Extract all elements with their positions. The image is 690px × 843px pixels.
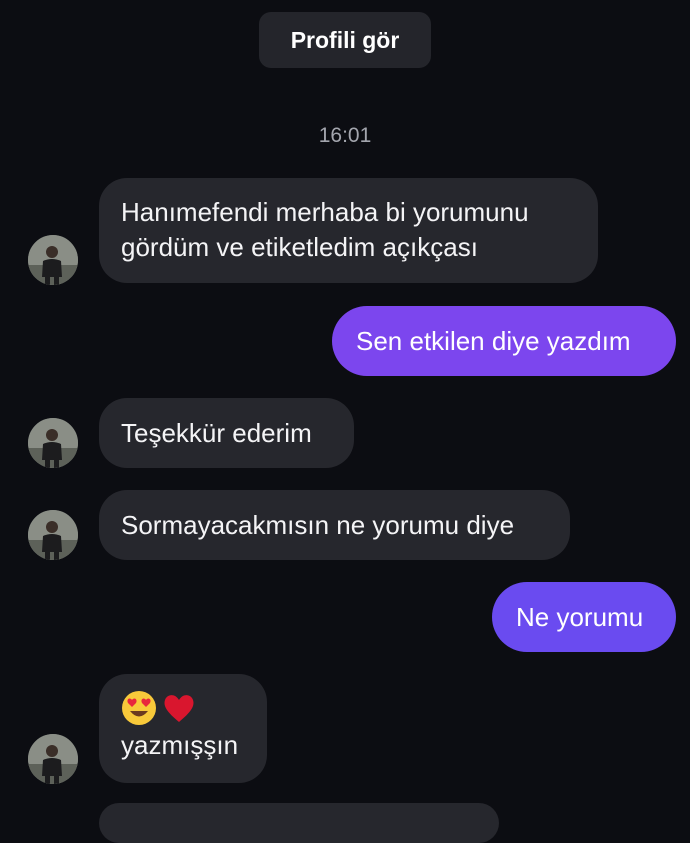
view-profile-button[interactable]: Profili gör — [259, 12, 431, 68]
outgoing-message-bubble[interactable]: Sen etkilen diye yazdım — [332, 306, 676, 376]
avatar-photo-icon — [28, 235, 78, 285]
message-text-line: Hanımefendi merhaba bi yorumunu — [121, 197, 529, 227]
incoming-message-bubble[interactable]: Hanımefendi merhaba bi yorumunu gördüm v… — [99, 178, 598, 283]
message-timestamp: 16:01 — [318, 124, 372, 147]
incoming-message-bubble[interactable]: Teşekkür ederim — [99, 398, 354, 468]
avatar[interactable] — [28, 734, 78, 784]
avatar-photo-icon — [28, 734, 78, 784]
avatar-photo-icon — [28, 510, 78, 560]
avatar[interactable] — [28, 235, 78, 285]
outgoing-message-bubble[interactable]: Ne yorumu — [492, 582, 676, 652]
message-text-line: gördüm ve etiketledim açıkçası — [121, 232, 478, 262]
message-text: Sen etkilen diye yazdım — [356, 325, 631, 356]
emoji-row — [121, 688, 245, 728]
incoming-message-bubble[interactable]: yazmışşın — [99, 674, 267, 783]
message-text: Sormayacakmısın ne yorumu diye — [121, 509, 515, 540]
message-text: Ne yorumu — [516, 601, 644, 632]
incoming-message-bubble-partial[interactable] — [99, 803, 499, 843]
incoming-message-bubble[interactable]: Sormayacakmısın ne yorumu diye — [99, 490, 570, 560]
avatar[interactable] — [28, 510, 78, 560]
message-text: yazmışşın — [121, 730, 239, 760]
message-text: Teşekkür ederim — [121, 417, 312, 448]
heart-eyes-emoji — [122, 691, 156, 725]
avatar-photo-icon — [28, 418, 78, 468]
red-heart-emoji — [164, 695, 194, 722]
avatar[interactable] — [28, 418, 78, 468]
